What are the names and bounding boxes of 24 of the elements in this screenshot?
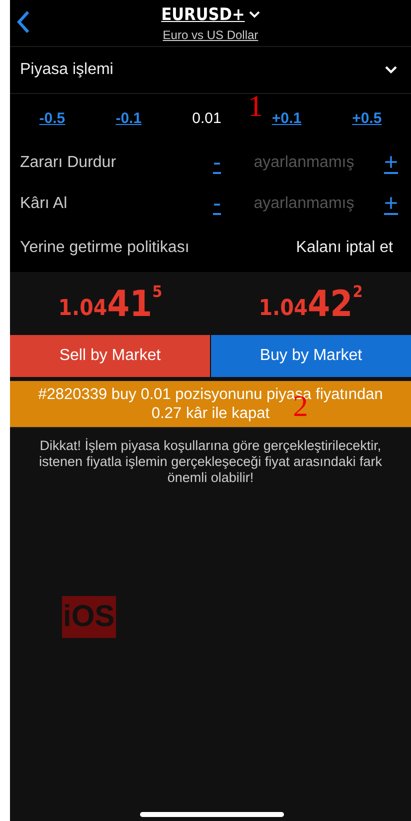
order-type-value: Piyasa işlemi <box>20 61 114 79</box>
volume-decrease-link[interactable]: -0.1 <box>116 110 142 126</box>
level-label: Kârı Al <box>20 194 68 212</box>
order-type-dropdown[interactable]: Piyasa işlemi <box>10 47 411 94</box>
annotation-label: iOS <box>62 596 116 638</box>
volume-increase-link[interactable]: +0.5 <box>352 110 382 126</box>
chevron-icon <box>385 66 397 74</box>
volume-decrease-link[interactable]: -0.5 <box>39 110 66 126</box>
level-label: Zararı Durdur <box>20 154 118 172</box>
volume-value: 0.01 <box>192 110 222 126</box>
symbol-title[interactable]: EURUSD+ <box>161 4 260 24</box>
symbol-description: Euro vs US Dollar <box>162 28 258 42</box>
sell-button[interactable]: Sell by Market <box>10 335 210 377</box>
buy-button[interactable]: Buy by Market <box>210 335 411 377</box>
minus-button[interactable]: - <box>205 190 229 218</box>
volume-increase-link[interactable]: +0.1 <box>272 110 302 126</box>
disclaimer-text: Dikkat! İşlem piyasa koşullarına göre gerçekleştirilecektir, istenen fiyatla işlemin gerçekleşeceği fiyat arasındaki fark önemli olabilir! <box>10 427 411 496</box>
plus-button[interactable]: + <box>379 190 403 218</box>
minus-button[interactable]: - <box>205 148 229 176</box>
policy-label: Yerine getirme politikası <box>20 239 190 257</box>
policy-value[interactable]: Kalanı iptal et <box>296 239 393 257</box>
back-icon[interactable] <box>16 10 32 34</box>
chevron-icon[interactable] <box>248 11 260 18</box>
plus-button[interactable]: + <box>379 148 403 176</box>
